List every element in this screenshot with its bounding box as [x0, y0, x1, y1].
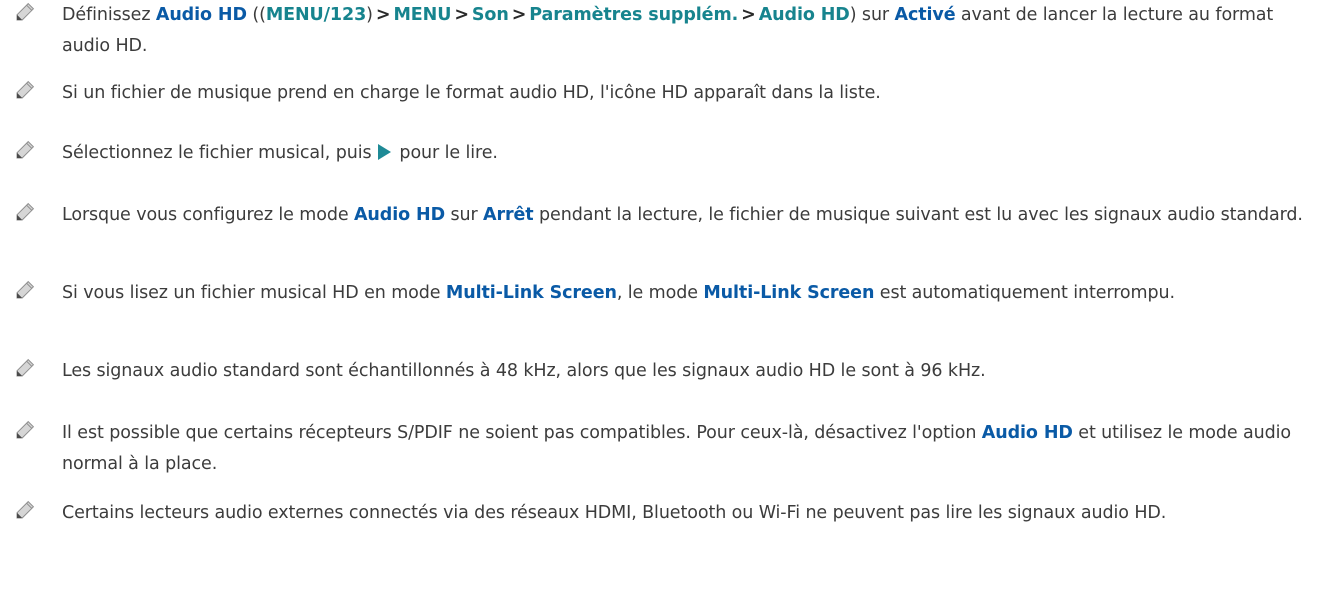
note-text: Sélectionnez le fichier musical, puis po… — [62, 138, 1312, 169]
note-plain-text: Définissez — [62, 5, 156, 25]
chevron-right-icon: > — [375, 5, 391, 25]
menu-path-menu: MENU — [393, 5, 452, 25]
note-item: Les signaux audio standard sont échantil… — [0, 356, 1330, 387]
play-icon — [377, 144, 391, 160]
note-text: Si un fichier de musique prend en charge… — [62, 83, 881, 103]
note-item: Si vous lisez un fichier musical HD en m… — [0, 278, 1330, 309]
note-item: Si un fichier de musique prend en charge… — [0, 78, 1330, 109]
menu-path-parametres-supplem: Paramètres supplém. — [529, 5, 739, 25]
pencil-icon — [15, 358, 35, 378]
chevron-right-icon: > — [741, 5, 756, 25]
note-item: Sélectionnez le fichier musical, puis po… — [0, 138, 1330, 169]
note-plain-text: pendant la lecture, le fichier de musiqu… — [533, 205, 1303, 225]
note-plain-text: ) — [366, 5, 373, 25]
chevron-right-icon: > — [511, 5, 527, 25]
keyword-active: Activé — [894, 5, 956, 25]
note-text: Si vous lisez un fichier musical HD en m… — [62, 278, 1312, 309]
note-item: Il est possible que certains récepteurs … — [0, 418, 1330, 480]
note-plain-text: , le mode — [616, 283, 704, 303]
note-text: Certains lecteurs audio externes connect… — [62, 503, 1167, 523]
note-item: Lorsque vous configurez le mode Audio HD… — [0, 200, 1330, 231]
note-text: Il est possible que certains récepteurs … — [62, 418, 1312, 480]
menu-path-audio-hd: Audio HD — [758, 5, 850, 25]
note-text: Définissez Audio HD ((MENU/123) > MENU > Son… — [62, 0, 1312, 62]
note-plain-text: Lorsque vous configurez le mode — [62, 205, 354, 225]
note-plain-text: Il est possible que certains récepteurs … — [62, 423, 982, 443]
menu-path-son: Son — [471, 5, 509, 25]
chevron-right-icon: > — [454, 5, 469, 25]
pencil-icon — [15, 500, 35, 520]
note-item: Définissez Audio HD ((MENU/123) > MENU > Son… — [0, 0, 1330, 62]
keyword-multi-link-screen: Multi-Link Screen — [445, 283, 617, 303]
pencil-icon — [15, 280, 35, 300]
keyword-audio-hd: Audio HD — [155, 5, 247, 25]
note-plain-text: est automatiquement interrompu. — [874, 283, 1175, 303]
keyword-multi-link-screen: Multi-Link Screen — [703, 283, 875, 303]
notes-list: Définissez Audio HD ((MENU/123) > MENU > Son… — [0, 0, 1330, 597]
pencil-icon — [15, 80, 35, 100]
menu-path-remote-key: MENU/123 — [265, 5, 367, 25]
pencil-icon — [15, 202, 35, 222]
note-plain-text: sur — [445, 205, 484, 225]
pencil-icon — [15, 420, 35, 440]
pencil-icon — [15, 2, 35, 22]
note-text: Lorsque vous configurez le mode Audio HD… — [62, 200, 1312, 231]
keyword-audio-hd: Audio HD — [353, 205, 445, 225]
keyword-arret: Arrêt — [483, 205, 534, 225]
note-plain-text: ) sur — [849, 5, 895, 25]
note-item: Certains lecteurs audio externes connect… — [0, 498, 1330, 529]
note-plain-text: pour le lire. — [393, 143, 498, 163]
note-text: Les signaux audio standard sont échantil… — [62, 361, 986, 381]
note-plain-text: Si vous lisez un fichier musical HD en m… — [62, 283, 446, 303]
keyword-audio-hd: Audio HD — [981, 423, 1073, 443]
note-plain-text: (( — [246, 5, 266, 25]
note-plain-text: Sélectionnez le fichier musical, puis — [62, 143, 377, 163]
pencil-icon — [15, 140, 35, 160]
